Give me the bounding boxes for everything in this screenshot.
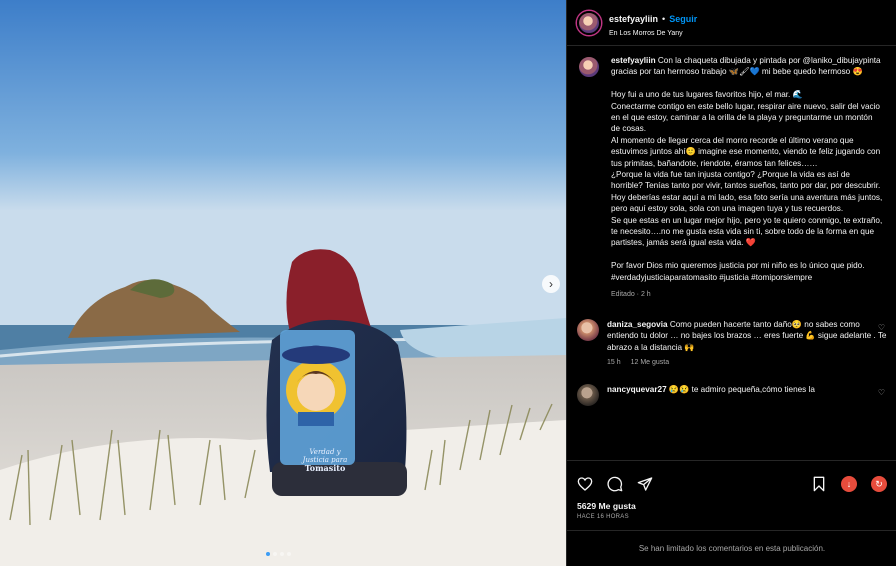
avatar[interactable]	[577, 10, 601, 35]
comment-meta: 15 h 12 Me gusta	[607, 359, 887, 366]
right-action-icons: ↓ ↻	[811, 476, 887, 492]
header-names: estefyayliin • Seguir En Los Morros De Yan…	[609, 9, 697, 37]
avatar[interactable]	[577, 384, 599, 407]
caption-edited: Editado · 2 h	[611, 291, 651, 299]
comment-time: 15 h	[607, 359, 621, 367]
share-paper-plane-icon[interactable]	[637, 476, 653, 492]
header-separator: •	[662, 13, 666, 24]
post-side-panel: estefyayliin • Seguir En Los Morros De Yan…	[566, 0, 896, 566]
comment-username[interactable]: nancyquevar27	[607, 385, 667, 394]
jacket-line-1: Verdad y	[309, 448, 341, 456]
action-icons-row: ↓ ↻	[567, 461, 896, 497]
caption-paragraph-3: Por favor Dios mio queremos justicia por…	[611, 261, 865, 282]
jacket-lettering: Verdad y Justicia para Tomasito	[290, 448, 360, 472]
comment-body: 😢😢 te admiro pequeña,cómo tienes la	[668, 385, 815, 395]
comment-bubble-icon[interactable]	[607, 476, 623, 492]
like-heart-icon[interactable]	[577, 476, 593, 492]
caption-paragraph-2: Hoy fui a uno de tus lugares favoritos h…	[611, 90, 883, 248]
carousel-dot	[280, 552, 284, 556]
location-link[interactable]: En Los Morros De Yany	[609, 30, 697, 37]
follow-button[interactable]: Seguir	[669, 14, 697, 24]
likes-count[interactable]: 5629 Me gusta	[567, 497, 896, 511]
post-header: estefyayliin • Seguir En Los Morros De Yan…	[567, 0, 896, 46]
beach-scene	[0, 0, 566, 566]
reload-extension-icon[interactable]: ↻	[871, 476, 887, 492]
comment-text: nancyquevar27 😢😢 te admiro pequeña,cómo …	[607, 384, 887, 395]
caption: estefyayliin Con la chaqueta dibujada y …	[611, 55, 883, 301]
caption-row: estefyayliin Con la chaqueta dibujada y …	[577, 55, 887, 301]
jacket-line-3: Tomasito	[304, 463, 346, 473]
comment-item: nancyquevar27 😢😢 te admiro pequeña,cómo …	[577, 384, 887, 407]
avatar[interactable]	[577, 318, 599, 341]
carousel-dots	[266, 552, 291, 556]
comment-username[interactable]: daniza_segovia	[607, 320, 668, 329]
caption-paragraph-1: estefyayliin Con la chaqueta dibujada y …	[611, 55, 883, 78]
post-photo[interactable]: › Verdad y Justicia para Tomasito	[0, 0, 566, 566]
comment-like-heart-icon[interactable]: ♡	[878, 323, 885, 332]
header-username[interactable]: estefyayliin	[609, 14, 658, 24]
comment-text: daniza_segovia Como pueden hacerte tanto…	[607, 319, 887, 353]
comment-likes[interactable]: 12 Me gusta	[631, 359, 670, 366]
comment-item: daniza_segovia Como pueden hacerte tanto…	[577, 318, 887, 366]
comment-like-heart-icon[interactable]: ♡	[878, 388, 885, 397]
post-timestamp: HACE 16 HORAS	[577, 514, 629, 520]
carousel-dot	[273, 552, 277, 556]
comments-area[interactable]: estefyayliin Con la chaqueta dibujada y …	[567, 47, 896, 460]
bookmark-icon[interactable]	[811, 476, 827, 492]
comments-limited-notice: Se han limitado los comentarios en esta …	[567, 530, 896, 566]
download-extension-icon[interactable]: ↓	[841, 476, 857, 492]
carousel-dot	[287, 552, 291, 556]
avatar[interactable]	[577, 55, 601, 79]
caption-username[interactable]: estefyayliin	[611, 56, 656, 65]
carousel-dot	[266, 552, 270, 556]
carousel-next-button[interactable]: ›	[542, 275, 560, 293]
